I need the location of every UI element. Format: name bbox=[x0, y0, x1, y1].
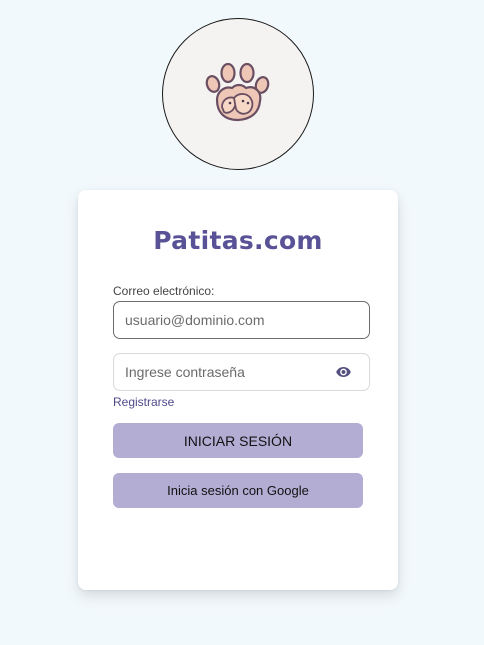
password-input[interactable] bbox=[113, 353, 370, 391]
logo-circle bbox=[162, 18, 314, 170]
login-button[interactable]: INICIAR SESIÓN bbox=[113, 423, 363, 458]
brand-title: Patitas.com bbox=[153, 226, 323, 255]
email-input[interactable] bbox=[113, 301, 370, 339]
eye-icon[interactable] bbox=[335, 364, 352, 380]
login-card: Patitas.com Correo electrónico: Registra… bbox=[78, 190, 398, 590]
email-label: Correo electrónico: bbox=[113, 284, 215, 298]
register-link[interactable]: Registrarse bbox=[113, 395, 174, 409]
paw-with-pets-icon bbox=[205, 63, 270, 122]
password-field bbox=[113, 353, 370, 391]
google-login-button[interactable]: Inicia sesión con Google bbox=[113, 473, 363, 508]
